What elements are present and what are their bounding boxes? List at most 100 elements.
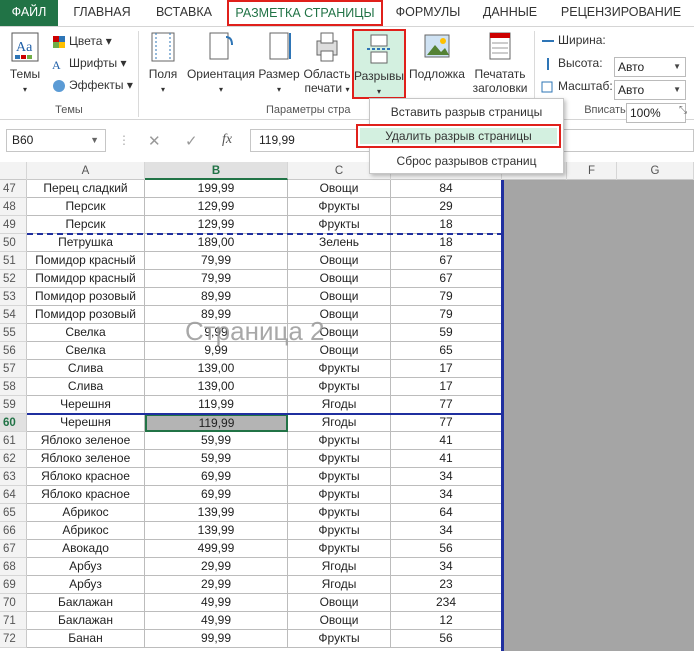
cell-product[interactable]: Яблоко зеленое (27, 432, 145, 450)
tab-formulas[interactable]: ФОРМУЛЫ (392, 0, 464, 26)
colors-button[interactable]: Цвета ▾ (52, 31, 112, 51)
cell-price[interactable]: 59,99 (145, 450, 288, 468)
cell-quantity[interactable]: 79 (391, 288, 502, 306)
cell-quantity[interactable]: 59 (391, 324, 502, 342)
row-header[interactable]: 50 (0, 234, 27, 252)
row-header[interactable]: 68 (0, 558, 27, 576)
cell-category[interactable]: Фрукты (288, 630, 391, 648)
cell-product[interactable]: Абрикос (27, 522, 145, 540)
insert-page-break-item[interactable]: Вставить разрыв страницы (370, 101, 563, 123)
cell-category[interactable]: Ягоды (288, 576, 391, 594)
cell-quantity[interactable]: 64 (391, 504, 502, 522)
cell-quantity[interactable]: 79 (391, 306, 502, 324)
cell-category[interactable]: Ягоды (288, 396, 391, 414)
fonts-button[interactable]: A Шрифты ▾ (52, 53, 126, 73)
row-header[interactable]: 60 (0, 414, 27, 432)
cell-product[interactable]: Персик (27, 216, 145, 234)
cell-price[interactable]: 139,00 (145, 378, 288, 396)
confirm-icon[interactable]: ✓ (185, 132, 198, 150)
cell-category[interactable]: Овощи (288, 594, 391, 612)
row-header[interactable]: 67 (0, 540, 27, 558)
cell-price[interactable]: 119,99 (145, 396, 288, 414)
cell-price[interactable]: 69,99 (145, 468, 288, 486)
themes-button[interactable]: Aa Темы ▾ (4, 29, 46, 97)
row-header[interactable]: 72 (0, 630, 27, 648)
cell-category[interactable]: Фрукты (288, 540, 391, 558)
cell-price[interactable]: 199,99 (145, 180, 288, 198)
cell-price[interactable]: 139,00 (145, 360, 288, 378)
column-header-b[interactable]: B (145, 162, 288, 180)
cell-price[interactable]: 119,99 (145, 414, 288, 432)
cell-product[interactable]: Абрикос (27, 504, 145, 522)
cell-product[interactable]: Перец сладкий (27, 180, 145, 198)
cell-product[interactable]: Авокадо (27, 540, 145, 558)
cell-price[interactable]: 139,99 (145, 504, 288, 522)
cell-category[interactable]: Овощи (288, 288, 391, 306)
row-header[interactable]: 55 (0, 324, 27, 342)
cell-price[interactable]: 29,99 (145, 558, 288, 576)
column-header-g[interactable]: G (617, 162, 694, 180)
cell-quantity[interactable]: 84 (391, 180, 502, 198)
tab-insert[interactable]: ВСТАВКА (148, 0, 220, 26)
cell-category[interactable]: Фрукты (288, 504, 391, 522)
name-box[interactable]: B60 ▼ (6, 129, 106, 152)
cell-quantity[interactable]: 56 (391, 540, 502, 558)
cell-product[interactable]: Персик (27, 198, 145, 216)
cell-quantity[interactable]: 18 (391, 216, 502, 234)
cell-price[interactable]: 499,99 (145, 540, 288, 558)
cell-category[interactable]: Фрукты (288, 216, 391, 234)
cell-product[interactable]: Яблоко красное (27, 468, 145, 486)
row-header[interactable]: 69 (0, 576, 27, 594)
dialog-launcher-icon[interactable]: ⤡ (679, 105, 687, 116)
cell-quantity[interactable]: 234 (391, 594, 502, 612)
row-header[interactable]: 49 (0, 216, 27, 234)
cell-quantity[interactable]: 34 (391, 486, 502, 504)
tab-page-layout[interactable]: РАЗМЕТКА СТРАНИЦЫ (227, 0, 383, 26)
cell-quantity[interactable]: 34 (391, 468, 502, 486)
cell-product[interactable]: Арбуз (27, 576, 145, 594)
cell-price[interactable]: 49,99 (145, 612, 288, 630)
size-button[interactable]: Размер ▾ (257, 29, 301, 97)
cell-price[interactable]: 99,99 (145, 630, 288, 648)
cell-price[interactable]: 29,99 (145, 576, 288, 594)
cell-category[interactable]: Фрукты (288, 198, 391, 216)
row-header[interactable]: 66 (0, 522, 27, 540)
cell-product[interactable]: Свелка (27, 324, 145, 342)
cell-category[interactable]: Фрукты (288, 432, 391, 450)
cell-quantity[interactable]: 77 (391, 414, 502, 432)
cell-quantity[interactable]: 77 (391, 396, 502, 414)
cell-quantity[interactable]: 41 (391, 432, 502, 450)
cell-quantity[interactable]: 23 (391, 576, 502, 594)
row-header[interactable]: 59 (0, 396, 27, 414)
tab-home[interactable]: ГЛАВНАЯ (64, 0, 140, 26)
column-header-f[interactable]: F (567, 162, 617, 180)
cell-quantity[interactable]: 17 (391, 360, 502, 378)
cell-product[interactable]: Свелка (27, 342, 145, 360)
row-header[interactable]: 54 (0, 306, 27, 324)
cancel-icon[interactable]: ✕ (148, 132, 161, 150)
height-select[interactable]: Авто ▼ (614, 80, 686, 100)
orientation-button[interactable]: Ориентация ▾ (186, 29, 256, 97)
row-header[interactable]: 48 (0, 198, 27, 216)
cell-quantity[interactable]: 17 (391, 378, 502, 396)
cell-product[interactable]: Баклажан (27, 612, 145, 630)
row-header[interactable]: 71 (0, 612, 27, 630)
row-header[interactable]: 62 (0, 450, 27, 468)
cell-product[interactable]: Помидор розовый (27, 288, 145, 306)
cell-product[interactable]: Черешня (27, 396, 145, 414)
cell-category[interactable]: Фрукты (288, 522, 391, 540)
cell-price[interactable]: 49,99 (145, 594, 288, 612)
row-header[interactable]: 56 (0, 342, 27, 360)
row-header[interactable]: 64 (0, 486, 27, 504)
background-button[interactable]: Подложка (408, 29, 466, 81)
cell-product[interactable]: Помидор красный (27, 270, 145, 288)
row-header[interactable]: 47 (0, 180, 27, 198)
row-header[interactable]: 70 (0, 594, 27, 612)
cell-quantity[interactable]: 65 (391, 342, 502, 360)
cell-price[interactable]: 59,99 (145, 432, 288, 450)
cell-category[interactable]: Зелень (288, 234, 391, 252)
cell-quantity[interactable]: 67 (391, 252, 502, 270)
cell-category[interactable]: Фрукты (288, 450, 391, 468)
cell-quantity[interactable]: 34 (391, 558, 502, 576)
cell-category[interactable]: Овощи (288, 612, 391, 630)
